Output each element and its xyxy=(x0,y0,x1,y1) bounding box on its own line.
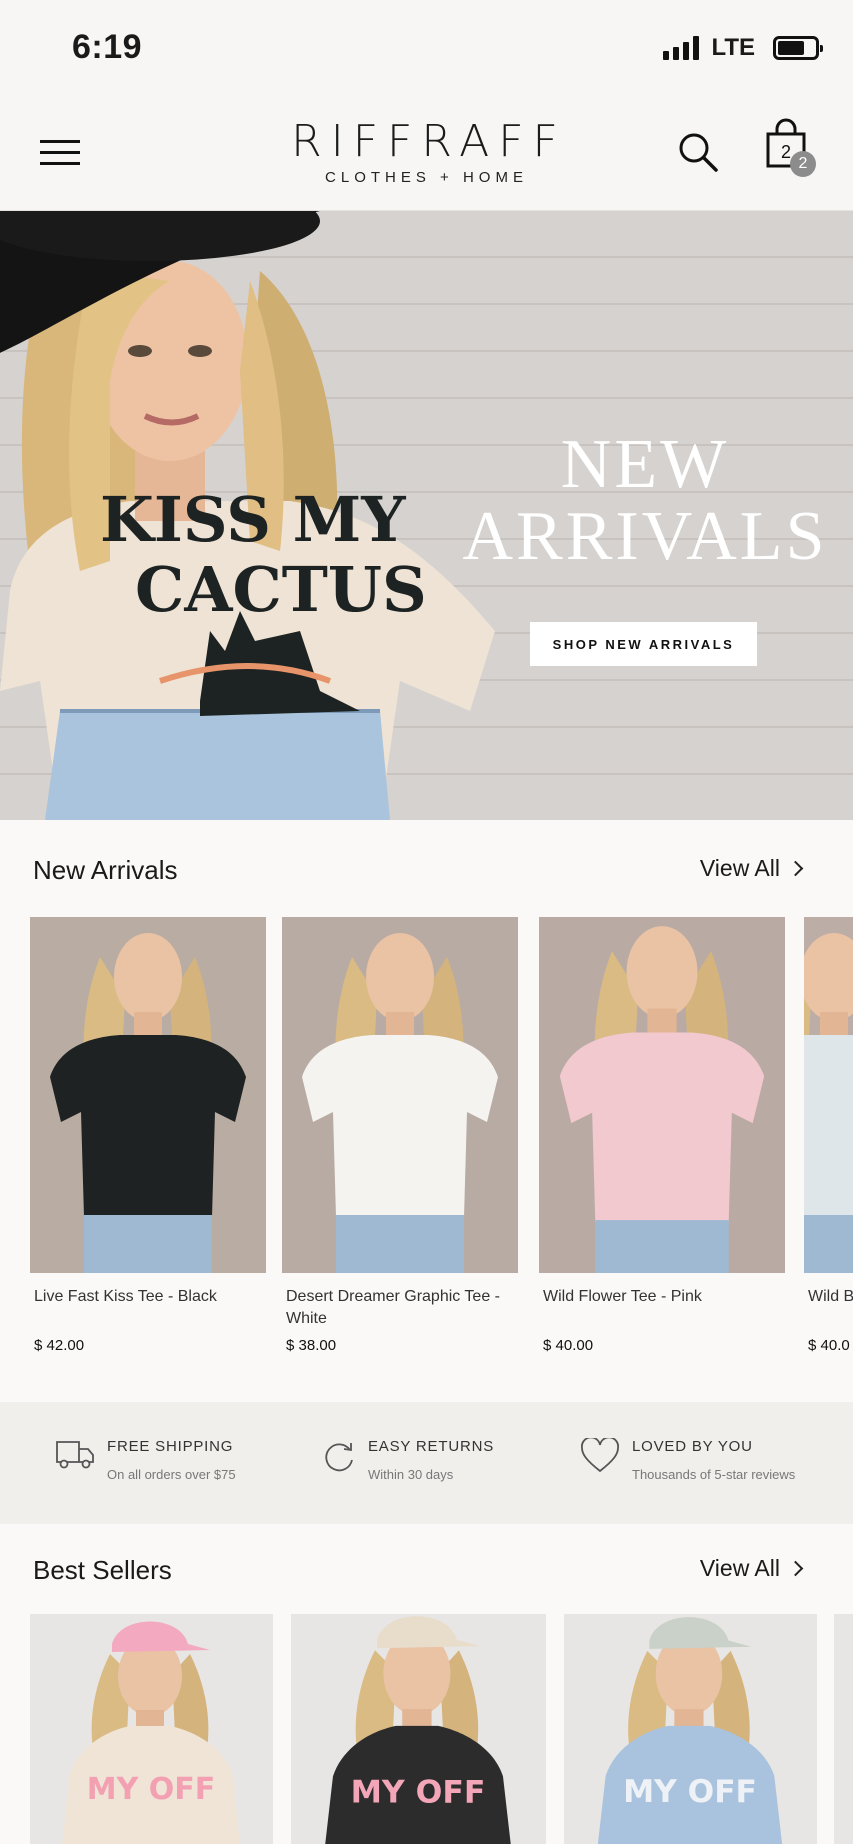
product-card[interactable]: Live Fast Kiss Tee - Black $ 42.00 xyxy=(30,917,266,1367)
brand-logo[interactable]: RIFFRAFF CLOTHES + HOME xyxy=(0,116,853,186)
best-sellers-title: Best Sellers xyxy=(33,1555,172,1585)
view-all-label: View All xyxy=(699,855,780,881)
hero-title-line2: ARRIVALS xyxy=(462,498,828,575)
product-card[interactable]: MY OFF xyxy=(564,1614,817,1844)
product-card[interactable]: MY OFF xyxy=(291,1614,546,1844)
new-arrivals-title: New Arrivals xyxy=(33,855,178,885)
product-price: $ 38.00 xyxy=(286,1337,337,1354)
sweatshirt-graphic-text: MY OFF xyxy=(623,1774,757,1810)
product-image xyxy=(30,917,266,1273)
network-label: LTE xyxy=(711,34,755,61)
product-card[interactable]: Wild B $ 40.0 xyxy=(804,917,853,1367)
search-icon xyxy=(679,133,718,172)
product-name: Live Fast Kiss Tee - Black xyxy=(34,1288,217,1305)
feature-title: FREE SHIPPING xyxy=(107,1438,234,1455)
product-image: MY OFF xyxy=(30,1614,273,1844)
product-name: Wild Flower Tee - Pink xyxy=(543,1288,702,1305)
best-sellers-header: Best Sellers View All xyxy=(0,1555,853,1595)
product-card[interactable] xyxy=(834,1614,853,1844)
product-image xyxy=(282,917,518,1273)
product-image xyxy=(539,917,785,1273)
product-price: $ 42.00 xyxy=(34,1337,85,1354)
battery-icon xyxy=(773,36,823,60)
shirt-graphic-line1: KISS MY xyxy=(100,483,406,556)
shirt-graphic-line2: CACTUS xyxy=(135,553,427,626)
product-name: Wild B xyxy=(808,1288,853,1305)
sweatshirt-graphic-text: MY OFF xyxy=(351,1774,486,1810)
chevron-right-icon xyxy=(787,860,804,877)
feature-subtitle: On all orders over $75 xyxy=(107,1467,236,1482)
brand-tagline: CLOTHES + HOME xyxy=(325,169,528,186)
status-indicators: LTE xyxy=(663,34,823,62)
cart-count-badge: 2 xyxy=(790,151,816,177)
view-all-label: View All xyxy=(699,1555,780,1581)
feature-subtitle: Within 30 days xyxy=(368,1467,454,1482)
search-button[interactable] xyxy=(676,130,720,174)
app-header: RIFFRAFF CLOTHES + HOME 2 2 xyxy=(0,100,853,211)
product-price: $ 40.00 xyxy=(543,1337,594,1354)
shop-new-arrivals-button[interactable]: SHOP NEW ARRIVALS xyxy=(530,622,757,666)
product-card[interactable]: MY OFF xyxy=(30,1614,273,1844)
product-card[interactable]: Wild Flower Tee - Pink $ 40.00 xyxy=(539,917,785,1367)
feature-loved-by-you: LOVED BY YOU Thousands of 5-star reviews xyxy=(580,1438,795,1482)
new-arrivals-header: New Arrivals View All xyxy=(0,855,853,895)
best-sellers-view-all-link[interactable]: View All xyxy=(699,1555,804,1582)
bag-inner-count: 2 xyxy=(781,142,791,162)
product-price: $ 40.0 xyxy=(808,1337,850,1354)
feature-subtitle: Thousands of 5-star reviews xyxy=(632,1467,796,1482)
truck-icon xyxy=(56,1441,94,1469)
feature-title: LOVED BY YOU xyxy=(632,1438,753,1455)
new-arrivals-view-all-link[interactable]: View All xyxy=(699,855,804,882)
feature-easy-returns: EASY RETURNS Within 30 days xyxy=(320,1438,494,1482)
signal-icon xyxy=(663,36,700,60)
status-time: 6:19 xyxy=(72,28,143,66)
sweatshirt-graphic-text: MY OFF xyxy=(87,1772,216,1807)
feature-free-shipping: FREE SHIPPING On all orders over $75 xyxy=(55,1438,236,1482)
hero-title: NEW ARRIVALS xyxy=(460,429,830,573)
chevron-right-icon xyxy=(787,1560,804,1577)
product-name: Desert Dreamer Graphic Tee - White xyxy=(286,1288,500,1327)
cart-button[interactable]: 2 2 xyxy=(764,118,820,182)
features-strip: FREE SHIPPING On all orders over $75 EAS… xyxy=(0,1402,853,1524)
hero-banner[interactable]: KISS MY CACTUS NEW ARRIVALS SHOP NEW ARR… xyxy=(0,211,853,820)
brand-name: RIFFRAFF xyxy=(291,116,567,167)
product-image: MY OFF xyxy=(291,1614,546,1844)
product-image xyxy=(804,917,853,1273)
product-card[interactable]: Desert Dreamer Graphic Tee - White $ 38.0… xyxy=(282,917,518,1367)
status-bar: 6:19 LTE xyxy=(0,0,853,100)
feature-title: EASY RETURNS xyxy=(368,1438,495,1455)
heart-icon xyxy=(581,1438,619,1473)
product-image: MY OFF xyxy=(564,1614,817,1844)
returns-icon xyxy=(325,1443,353,1472)
hero-model-image: KISS MY CACTUS xyxy=(0,211,495,820)
hero-title-line1: NEW xyxy=(560,426,730,503)
